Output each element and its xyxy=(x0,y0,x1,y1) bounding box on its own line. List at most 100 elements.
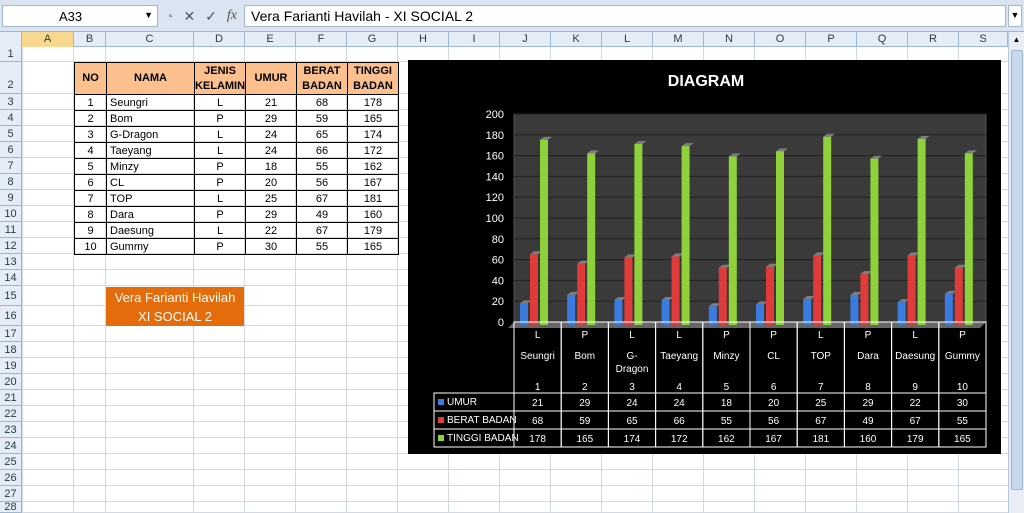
chevron-down-icon[interactable]: ▼ xyxy=(144,10,153,20)
table-cell[interactable]: 179 xyxy=(347,222,399,239)
table-cell[interactable]: 22 xyxy=(245,222,297,239)
table-cell[interactable]: Bom xyxy=(106,110,195,127)
table-cell[interactable]: 30 xyxy=(245,238,297,255)
table-cell[interactable]: 24 xyxy=(245,142,297,159)
insert-function-icon[interactable]: fx xyxy=(227,8,237,24)
column-header-q[interactable]: Q xyxy=(857,32,908,47)
table-cell[interactable]: L xyxy=(194,94,246,111)
row-header-12[interactable]: 12 xyxy=(0,238,22,254)
table-cell[interactable]: L xyxy=(194,190,246,207)
column-header-c[interactable]: C xyxy=(106,32,194,47)
column-header-k[interactable]: K xyxy=(551,32,602,47)
row-header-24[interactable]: 24 xyxy=(0,438,22,454)
row-header-5[interactable]: 5 xyxy=(0,126,22,142)
expand-formula-icon[interactable]: ▼ xyxy=(1008,5,1022,27)
row-header-9[interactable]: 9 xyxy=(0,190,22,206)
table-header-cell[interactable]: JENIS KELAMIN xyxy=(194,62,246,95)
row-header-28[interactable]: 28 xyxy=(0,502,22,513)
table-cell[interactable]: Taeyang xyxy=(106,142,195,159)
table-cell[interactable]: P xyxy=(194,158,246,175)
table-cell[interactable]: 5 xyxy=(74,158,107,175)
table-cell[interactable]: 67 xyxy=(296,222,348,239)
table-cell[interactable]: P xyxy=(194,110,246,127)
row-header-2[interactable]: 2 xyxy=(0,62,22,94)
row-header-19[interactable]: 19 xyxy=(0,358,22,374)
row-header-4[interactable]: 4 xyxy=(0,110,22,126)
table-cell[interactable]: 66 xyxy=(296,142,348,159)
table-cell[interactable]: 67 xyxy=(296,190,348,207)
column-header-o[interactable]: O xyxy=(755,32,806,47)
column-header-g[interactable]: G xyxy=(347,32,398,47)
table-cell[interactable]: 167 xyxy=(347,174,399,191)
table-cell[interactable]: P xyxy=(194,174,246,191)
table-cell[interactable]: 2 xyxy=(74,110,107,127)
row-header-14[interactable]: 14 xyxy=(0,270,22,286)
row-header-16[interactable]: 16 xyxy=(0,306,22,326)
table-cell[interactable]: 160 xyxy=(347,206,399,223)
table-cell[interactable]: 9 xyxy=(74,222,107,239)
row-header-17[interactable]: 17 xyxy=(0,326,22,342)
table-cell[interactable]: 29 xyxy=(245,110,297,127)
table-cell[interactable]: 165 xyxy=(347,238,399,255)
table-cell[interactable]: 56 xyxy=(296,174,348,191)
column-header-a[interactable]: A xyxy=(22,32,74,47)
table-cell[interactable]: 174 xyxy=(347,126,399,143)
row-header-22[interactable]: 22 xyxy=(0,406,22,422)
cancel-icon[interactable]: ✕ xyxy=(183,8,195,25)
table-cell[interactable]: 1 xyxy=(74,94,107,111)
table-cell[interactable]: 55 xyxy=(296,158,348,175)
table-cell[interactable]: G-Dragon xyxy=(106,126,195,143)
row-header-10[interactable]: 10 xyxy=(0,206,22,222)
row-header-6[interactable]: 6 xyxy=(0,142,22,158)
table-cell[interactable]: 65 xyxy=(296,126,348,143)
row-header-13[interactable]: 13 xyxy=(0,254,22,270)
table-cell[interactable]: 49 xyxy=(296,206,348,223)
table-cell[interactable]: 165 xyxy=(347,110,399,127)
table-cell[interactable]: L xyxy=(194,126,246,143)
row-header-23[interactable]: 23 xyxy=(0,422,22,438)
table-cell[interactable]: 162 xyxy=(347,158,399,175)
table-header-cell[interactable]: TINGGI BADAN xyxy=(347,62,399,95)
column-header-l[interactable]: L xyxy=(602,32,653,47)
table-cell[interactable]: Minzy xyxy=(106,158,195,175)
row-header-8[interactable]: 8 xyxy=(0,174,22,190)
column-header-f[interactable]: F xyxy=(296,32,347,47)
row-header-3[interactable]: 3 xyxy=(0,94,22,110)
author-box[interactable]: Vera Farianti Havilah XI SOCIAL 2 xyxy=(106,287,244,326)
table-cell[interactable]: 25 xyxy=(245,190,297,207)
table-cell[interactable]: 3 xyxy=(74,126,107,143)
table-header-cell[interactable]: NAMA xyxy=(106,62,195,95)
scroll-thumb[interactable] xyxy=(1011,50,1023,490)
table-cell[interactable]: 7 xyxy=(74,190,107,207)
table-cell[interactable]: L xyxy=(194,222,246,239)
table-cell[interactable]: 59 xyxy=(296,110,348,127)
table-cell[interactable]: 172 xyxy=(347,142,399,159)
row-header-26[interactable]: 26 xyxy=(0,470,22,486)
table-cell[interactable]: 20 xyxy=(245,174,297,191)
column-header-j[interactable]: J xyxy=(500,32,551,47)
row-header-20[interactable]: 20 xyxy=(0,374,22,390)
table-cell[interactable]: 68 xyxy=(296,94,348,111)
table-cell[interactable]: 18 xyxy=(245,158,297,175)
name-box[interactable]: A33 ▼ xyxy=(2,5,158,27)
row-header-27[interactable]: 27 xyxy=(0,486,22,502)
column-header-s[interactable]: S xyxy=(959,32,1008,47)
column-header-r[interactable]: R xyxy=(908,32,959,47)
table-header-cell[interactable]: UMUR xyxy=(245,62,297,95)
row-header-7[interactable]: 7 xyxy=(0,158,22,174)
vertical-scrollbar[interactable]: ▲ xyxy=(1008,32,1024,513)
table-header-cell[interactable]: NO xyxy=(74,62,107,95)
formula-input[interactable]: Vera Farianti Havilah - XI SOCIAL 2 xyxy=(244,5,1006,27)
column-header-h[interactable]: H xyxy=(398,32,449,47)
row-header-18[interactable]: 18 xyxy=(0,342,22,358)
table-cell[interactable]: 4 xyxy=(74,142,107,159)
table-cell[interactable]: 21 xyxy=(245,94,297,111)
row-header-25[interactable]: 25 xyxy=(0,454,22,470)
scroll-up-icon[interactable]: ▲ xyxy=(1009,32,1024,48)
table-cell[interactable]: 55 xyxy=(296,238,348,255)
column-header-d[interactable]: D xyxy=(194,32,245,47)
table-cell[interactable]: L xyxy=(194,142,246,159)
select-all-corner[interactable] xyxy=(0,32,22,47)
column-header-p[interactable]: P xyxy=(806,32,857,47)
table-cell[interactable]: Gummy xyxy=(106,238,195,255)
